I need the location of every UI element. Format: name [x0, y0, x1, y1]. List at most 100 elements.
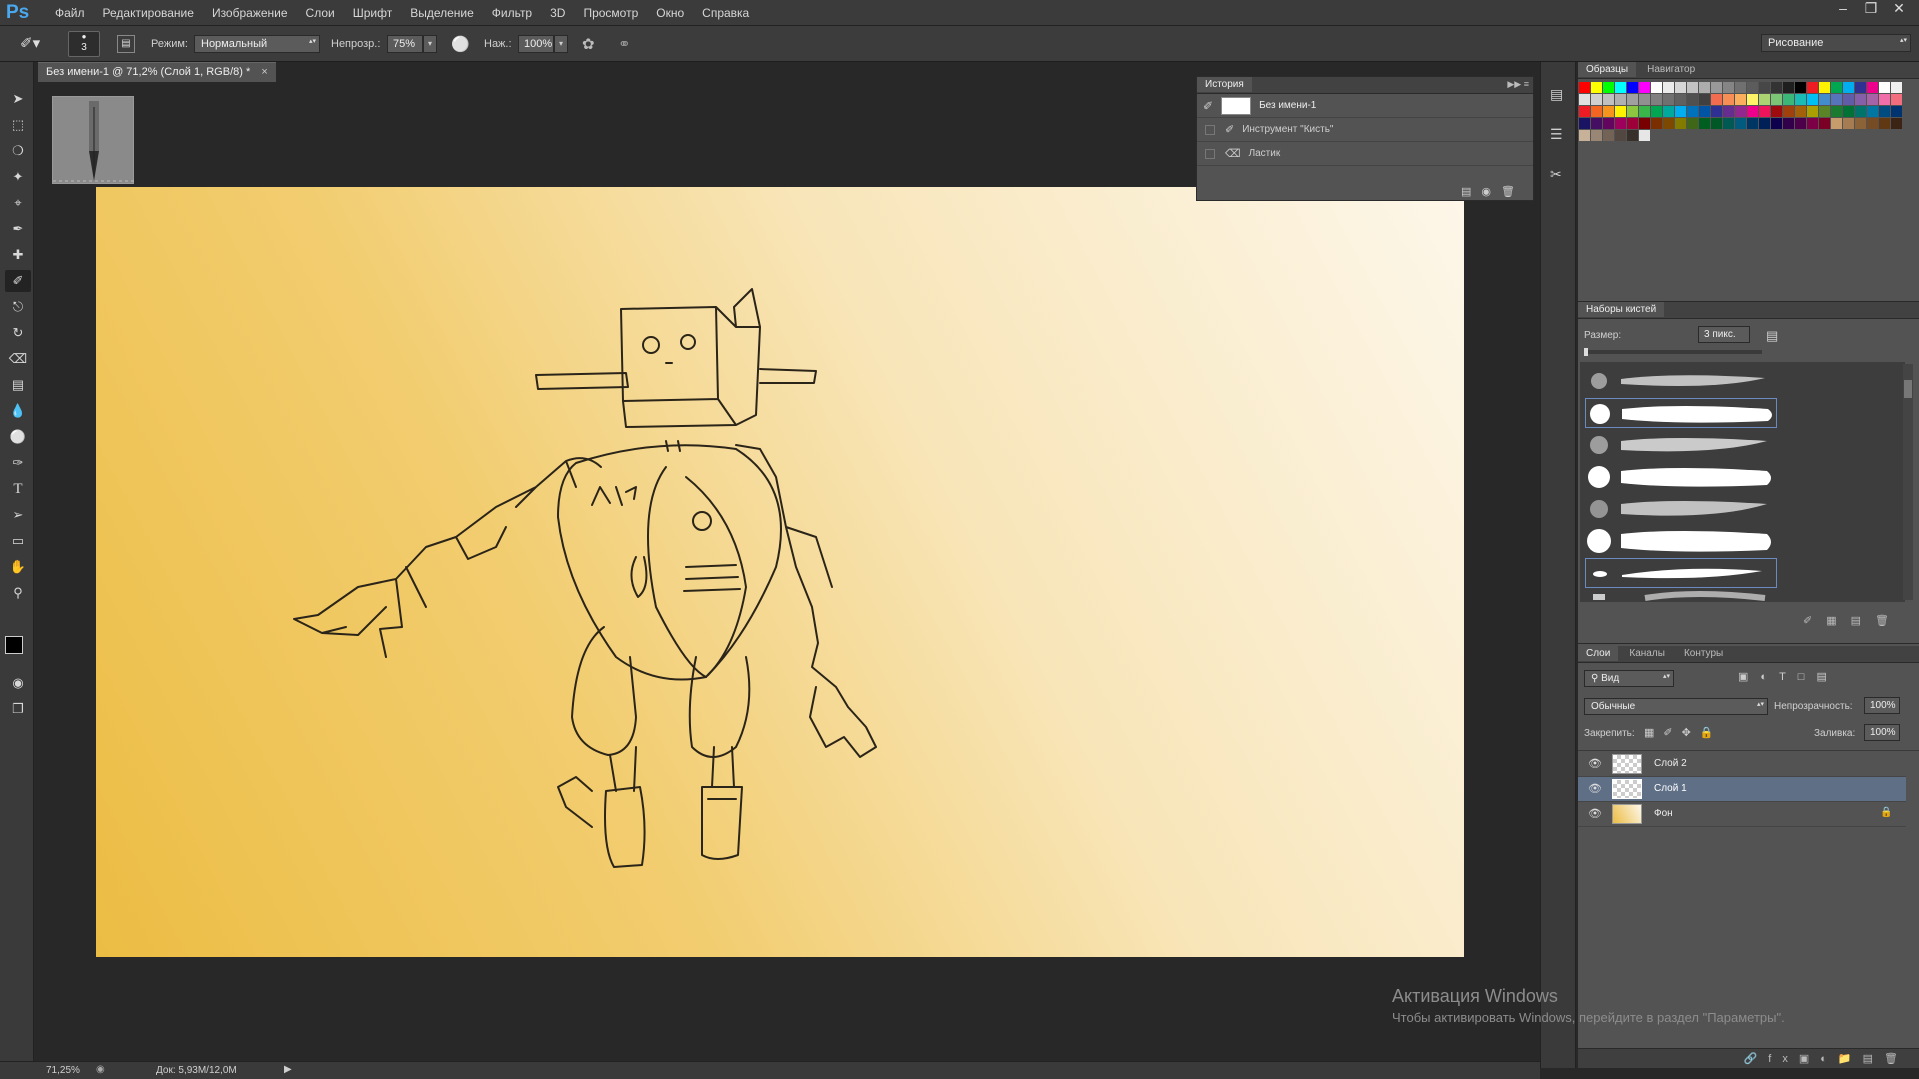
color-swatch[interactable]	[1819, 94, 1830, 105]
color-swatch[interactable]	[1627, 118, 1638, 129]
clone-stamp-tool-icon[interactable]: ⎋	[5, 296, 31, 318]
layer-opacity-input[interactable]: 100%	[1864, 697, 1900, 714]
brush-picker[interactable]: ● 3	[68, 31, 100, 57]
link-layers-icon[interactable]: 🔗	[1744, 1053, 1769, 1065]
tool-presets-icon[interactable]: ✂	[1550, 166, 1562, 183]
color-swatch[interactable]	[1771, 106, 1782, 117]
color-swatch[interactable]	[1807, 106, 1818, 117]
color-swatch[interactable]	[1735, 82, 1746, 93]
lock-paint-icon[interactable]: ✐	[1663, 727, 1681, 739]
color-swatch[interactable]	[1651, 106, 1662, 117]
color-swatch[interactable]	[1867, 118, 1878, 129]
color-swatch[interactable]	[1591, 130, 1602, 141]
delete-brush-icon[interactable]: 🗑	[1875, 615, 1903, 627]
color-swatch[interactable]	[1759, 82, 1770, 93]
layer-style-icon[interactable]: fx	[1768, 1053, 1799, 1065]
color-swatch[interactable]	[1891, 106, 1902, 117]
color-swatch[interactable]	[1615, 118, 1626, 129]
history-item[interactable]: ✐ Инструмент "Кисть"	[1197, 118, 1533, 142]
color-swatch[interactable]	[1831, 118, 1842, 129]
lock-transparent-icon[interactable]: ▦	[1644, 727, 1663, 739]
color-swatch[interactable]	[1843, 82, 1854, 93]
shape-filter-icon[interactable]: □	[1798, 671, 1817, 683]
status-menu-arrow-icon[interactable]: ▶	[284, 1064, 292, 1075]
color-swatch[interactable]	[1747, 118, 1758, 129]
color-swatch[interactable]	[1831, 94, 1842, 105]
color-swatch[interactable]	[1735, 118, 1746, 129]
layer-row[interactable]: 👁 Фон 🔒	[1578, 802, 1906, 827]
brush-grid-icon[interactable]: ▦	[1826, 615, 1850, 627]
document-tab[interactable]: Без имени-1 @ 71,2% (Слой 1, RGB/8) * ×	[38, 62, 276, 82]
layer-filter-select[interactable]: ⚲ Вид	[1584, 670, 1674, 687]
color-swatch[interactable]	[1867, 106, 1878, 117]
history-checkbox[interactable]	[1205, 124, 1215, 135]
color-swatch[interactable]	[1675, 106, 1686, 117]
color-swatch[interactable]	[1723, 82, 1734, 93]
fill-input[interactable]: 100%	[1864, 724, 1900, 741]
workspace-select[interactable]: Рисование	[1761, 34, 1911, 52]
blur-tool-icon[interactable]: 💧	[5, 400, 31, 422]
color-swatch[interactable]	[1759, 106, 1770, 117]
history-item[interactable]: ⌫ Ластик	[1197, 142, 1533, 166]
color-swatch[interactable]	[1819, 82, 1830, 93]
color-swatch[interactable]	[1627, 82, 1638, 93]
color-swatch[interactable]	[1747, 106, 1758, 117]
history-panel-icon[interactable]: ▤	[1550, 86, 1563, 103]
airbrush-opacity-icon[interactable]: ⚪	[451, 35, 470, 53]
color-swatch[interactable]	[1699, 106, 1710, 117]
menu-select[interactable]: Выделение	[401, 6, 483, 20]
pressure-size-icon[interactable]: ⚭	[618, 35, 631, 53]
color-swatch[interactable]	[1795, 106, 1806, 117]
color-swatch[interactable]	[1735, 106, 1746, 117]
color-swatch[interactable]	[1747, 82, 1758, 93]
color-swatch[interactable]	[1675, 94, 1686, 105]
color-swatch[interactable]	[1579, 94, 1590, 105]
color-swatch[interactable]	[1867, 94, 1878, 105]
brush-size-slider[interactable]	[1584, 348, 1762, 356]
color-swatch[interactable]	[1711, 82, 1722, 93]
color-swatch[interactable]	[1663, 82, 1674, 93]
color-swatch[interactable]	[1747, 94, 1758, 105]
brush-preset[interactable]	[1585, 494, 1777, 524]
blend-mode-select[interactable]: Обычные	[1584, 698, 1768, 715]
color-swatch[interactable]	[1663, 118, 1674, 129]
color-swatch[interactable]	[1807, 118, 1818, 129]
new-brush-icon[interactable]: ▤	[1766, 328, 1778, 344]
rectangle-tool-icon[interactable]: ▭	[5, 530, 31, 552]
tab-paths[interactable]: Контуры	[1676, 646, 1731, 661]
menu-filter[interactable]: Фильтр	[483, 6, 541, 20]
marquee-tool-icon[interactable]: ⬚	[5, 114, 31, 136]
toggle-brush-panel-icon[interactable]: ✐	[1803, 615, 1826, 627]
brush-preset[interactable]	[1585, 590, 1777, 602]
brush-preset[interactable]	[1585, 526, 1777, 556]
document-canvas[interactable]	[96, 187, 1464, 957]
close-tab-icon[interactable]: ×	[261, 66, 267, 78]
color-swatch[interactable]	[1855, 82, 1866, 93]
color-swatch[interactable]	[1879, 106, 1890, 117]
tab-swatches[interactable]: Образцы	[1578, 62, 1637, 77]
snapshot-camera-icon[interactable]: ◉	[1481, 186, 1501, 198]
adjustment-layer-icon[interactable]: ◐	[1820, 1053, 1838, 1065]
color-swatch[interactable]	[1675, 118, 1686, 129]
layer-row-selected[interactable]: 👁 Слой 1	[1578, 777, 1906, 802]
crop-tool-icon[interactable]: ⌖	[5, 192, 31, 214]
color-swatch[interactable]	[1651, 118, 1662, 129]
color-swatch[interactable]	[1735, 94, 1746, 105]
color-swatch[interactable]	[1627, 130, 1638, 141]
history-snapshot-row[interactable]: ✐ Без имени-1	[1197, 94, 1533, 118]
color-swatch[interactable]	[1687, 82, 1698, 93]
opacity-input[interactable]: 75%	[387, 35, 423, 53]
brush-preset[interactable]	[1585, 430, 1777, 460]
smart-filter-icon[interactable]: ▤	[1816, 671, 1838, 683]
color-swatch[interactable]	[1687, 94, 1698, 105]
color-swatch[interactable]	[1759, 94, 1770, 105]
hand-tool-icon[interactable]: ✋	[5, 556, 31, 578]
move-tool-icon[interactable]: ➤	[5, 88, 31, 110]
restore-icon[interactable]: ❐	[1857, 0, 1885, 22]
color-swatch[interactable]	[1615, 130, 1626, 141]
color-swatch[interactable]	[1687, 106, 1698, 117]
color-swatch[interactable]	[1591, 94, 1602, 105]
foreground-color-swatch[interactable]	[5, 636, 23, 654]
color-swatch[interactable]	[1783, 94, 1794, 105]
color-swatch[interactable]	[1711, 94, 1722, 105]
